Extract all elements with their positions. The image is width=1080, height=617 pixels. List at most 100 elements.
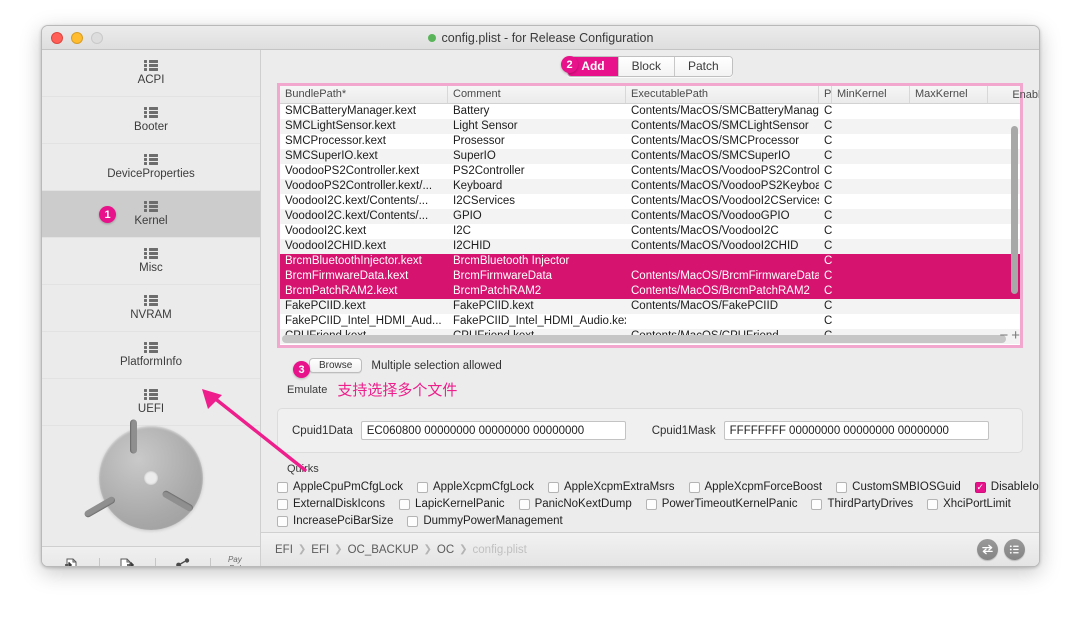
sidebar-item-nvram[interactable]: NVRAM — [42, 285, 260, 332]
table-row[interactable]: VoodooPS2Controller.kext/... Keyboard Cont… — [280, 178, 1020, 194]
tab-block[interactable]: Block — [618, 56, 675, 76]
quirk-checkbox-externaldiskicons[interactable]: ExternalDiskIcons — [277, 498, 385, 510]
breadcrumb-item[interactable]: EFI — [311, 544, 329, 556]
checkbox-unchecked-icon[interactable] — [811, 498, 823, 510]
table-row[interactable]: SMCLightSensor.kext Light Sensor Contents/… — [280, 118, 1020, 134]
plus-icon[interactable]: + — [1011, 327, 1023, 344]
cell-enabled[interactable]: ✓ — [988, 316, 1020, 327]
dial-icon — [83, 419, 203, 530]
annotation-badge-1: 1 — [99, 206, 116, 223]
column-header-comment[interactable]: Comment — [448, 85, 626, 103]
checkbox-unchecked-icon[interactable] — [645, 498, 657, 510]
column-header-maxkernel[interactable]: MaxKernel — [910, 85, 988, 103]
list-view-icon[interactable] — [1004, 539, 1025, 560]
checkbox-unchecked-icon[interactable] — [416, 481, 428, 493]
column-header-enabled[interactable]: Enabled — [988, 86, 1039, 103]
quirk-checkbox-applexcpmcfglock[interactable]: AppleXcpmCfgLock — [416, 481, 534, 493]
table-row[interactable]: BrcmBluetoothInjector.kext BrcmBluetooth … — [280, 253, 1020, 269]
column-header-minkernel[interactable]: MinKernel — [832, 85, 910, 103]
cell-executablepath: Contents/MacOS/FakePCIID — [631, 300, 778, 313]
table-row[interactable]: FakePCIID.kext FakePCIID.kext Contents/Mac… — [280, 298, 1020, 314]
checkbox-unchecked-icon[interactable] — [547, 481, 559, 493]
checkbox-unchecked-icon[interactable] — [277, 498, 288, 510]
quirk-checkbox-disableiomapper[interactable]: ✓ DisableIoMapper — [974, 481, 1039, 493]
cell-executablepath: Contents/MacOS/VoodooI2C — [631, 225, 779, 238]
browse-button[interactable]: Browse — [309, 358, 363, 373]
sidebar-item-deviceproperties[interactable]: DeviceProperties — [42, 144, 260, 191]
table-row[interactable]: VoodooI2C.kext/Contents/... I2CServices Co… — [280, 194, 1020, 209]
checkbox-unchecked-icon[interactable] — [407, 515, 419, 527]
breadcrumb-item[interactable]: EFI — [275, 544, 293, 556]
quirk-checkbox-dummypowermanagement[interactable]: DummyPowerManagement — [407, 515, 563, 527]
cpuid1mask-input[interactable]: FFFFFFFF 00000000 00000000 00000000 — [723, 421, 989, 440]
quirk-label: CustomSMBIOSGuid — [852, 481, 961, 493]
sidebar-item-acpi[interactable]: ACPI — [42, 50, 260, 97]
cell-bundlepath: BrcmFirmwareData.kext — [285, 270, 409, 283]
quirk-checkbox-applexcpmextramsrs[interactable]: AppleXcpmExtraMsrs — [547, 481, 675, 493]
cell-comment: I2CServices — [453, 195, 515, 208]
sidebar-item-misc[interactable]: Misc — [42, 238, 260, 285]
checkbox-checked-icon[interactable]: ✓ — [974, 481, 986, 493]
table-horizontal-scrollbar[interactable] — [282, 335, 1006, 343]
quirk-checkbox-increasepcibarsize[interactable]: IncreasePciBarSize — [277, 515, 393, 527]
table-row[interactable]: SMCSuperIO.kext SuperIO Contents/MacOS/SMC… — [280, 148, 1020, 164]
table-row[interactable]: SMCBatteryManager.kext Battery Contents/Ma… — [280, 104, 1020, 119]
table-row[interactable]: VoodooPS2Controller.kext PS2Controller Con… — [280, 164, 1020, 179]
checkbox-unchecked-icon[interactable] — [688, 481, 700, 493]
quirk-checkbox-xhciportlimit[interactable]: XhciPortLimit — [927, 498, 1011, 510]
quirk-checkbox-powertimeoutkernelpanic[interactable]: PowerTimeoutKernelPanic — [645, 498, 797, 510]
cell-p: C — [824, 285, 832, 298]
tab-patch[interactable]: Patch — [674, 56, 732, 76]
column-header-bundlepath[interactable]: BundlePath* — [280, 85, 448, 103]
table-row[interactable]: VoodooI2C.kext/Contents/... GPIO Contents/… — [280, 208, 1020, 224]
breadcrumb-item[interactable]: config.plist — [473, 544, 527, 556]
screenshot-root: config.plist - for Release Configuration… — [0, 0, 1080, 617]
sidebar: ACPI Booter DeviceProperties 1 Kernel Mi… — [42, 50, 261, 566]
share-icon[interactable] — [172, 554, 194, 566]
checkbox-unchecked-icon[interactable] — [399, 498, 411, 510]
sidebar-item-label: Booter — [134, 121, 168, 133]
sidebar-items: ACPI Booter DeviceProperties 1 Kernel Mi… — [42, 50, 260, 426]
minus-icon[interactable]: − — [999, 327, 1011, 344]
sidebar-item-booter[interactable]: Booter — [42, 97, 260, 144]
quirks-row-2: ExternalDiskIcons LapicKernelPanic PanicNo… — [277, 498, 1023, 510]
cell-bundlepath: VoodooI2CHID.kext — [285, 240, 387, 253]
cpuid1data-input[interactable]: EC060800 00000000 00000000 00000000 — [360, 421, 626, 440]
checkbox-unchecked-icon[interactable] — [927, 498, 939, 510]
cell-executablepath: Contents/MacOS/VoodooI2CServices — [631, 195, 819, 208]
quirk-checkbox-applexcpmforceboost[interactable]: AppleXcpmForceBoost — [688, 481, 823, 493]
checkbox-unchecked-icon[interactable] — [277, 515, 288, 527]
sidebar-item-kernel[interactable]: 1 Kernel — [42, 191, 260, 238]
sidebar-item-uefi[interactable]: UEFI — [42, 379, 260, 426]
table-row[interactable]: FakePCIID_Intel_HDMI_Aud... FakePCIID_Int… — [280, 314, 1020, 329]
checkbox-unchecked-icon[interactable] — [277, 481, 288, 493]
table-row[interactable]: VoodooI2CHID.kext I2CHID Contents/MacOS/Vo… — [280, 238, 1020, 254]
sidebar-item-platforminfo[interactable]: PlatformInfo — [42, 332, 260, 379]
cell-comment: Prosessor — [453, 135, 505, 148]
breadcrumb-item[interactable]: OC — [437, 544, 454, 556]
breadcrumb-item[interactable]: OC_BACKUP — [348, 544, 419, 556]
table-row[interactable]: VoodooI2C.kext I2C Contents/MacOS/VoodooI2… — [280, 224, 1020, 239]
quirk-checkbox-thirdpartydrives[interactable]: ThirdPartyDrives — [811, 498, 913, 510]
sidebar-item-label: Kernel — [134, 215, 168, 227]
quirk-label: AppleXcpmForceBoost — [704, 481, 823, 493]
quirk-checkbox-lapickernelpanic[interactable]: LapicKernelPanic — [399, 498, 505, 510]
cell-enabled[interactable]: ✓ — [988, 301, 1020, 312]
cell-executablepath: Contents/MacOS/SMCLightSensor — [631, 120, 809, 133]
checkbox-unchecked-icon[interactable] — [836, 481, 848, 493]
table-vertical-scrollbar[interactable] — [1011, 125, 1018, 294]
table-row[interactable]: SMCProcessor.kext Prosessor Contents/MacOS… — [280, 134, 1020, 149]
table-row[interactable]: BrcmPatchRAM2.kext BrcmPatchRAM2 Contents/… — [280, 283, 1020, 299]
quirk-checkbox-customsmbiosguid[interactable]: CustomSMBIOSGuid — [836, 481, 961, 493]
paypal-icon[interactable]: Pay Pal — [228, 555, 242, 566]
column-header-executablepath[interactable]: ExecutablePath — [626, 85, 819, 103]
import-document-icon[interactable] — [60, 554, 82, 566]
table-row[interactable]: BrcmFirmwareData.kext BrcmFirmwareData Con… — [280, 268, 1020, 284]
swap-arrows-icon[interactable] — [977, 539, 998, 560]
quirk-checkbox-panicnokextdump[interactable]: PanicNoKextDump — [518, 498, 632, 510]
checkbox-unchecked-icon[interactable] — [518, 498, 530, 510]
quirk-checkbox-applecpupmcfglock[interactable]: AppleCpuPmCfgLock — [277, 481, 403, 493]
column-header-p[interactable]: P — [819, 85, 832, 103]
cell-enabled[interactable]: ✓ — [988, 106, 1020, 117]
export-document-icon[interactable] — [116, 554, 138, 566]
